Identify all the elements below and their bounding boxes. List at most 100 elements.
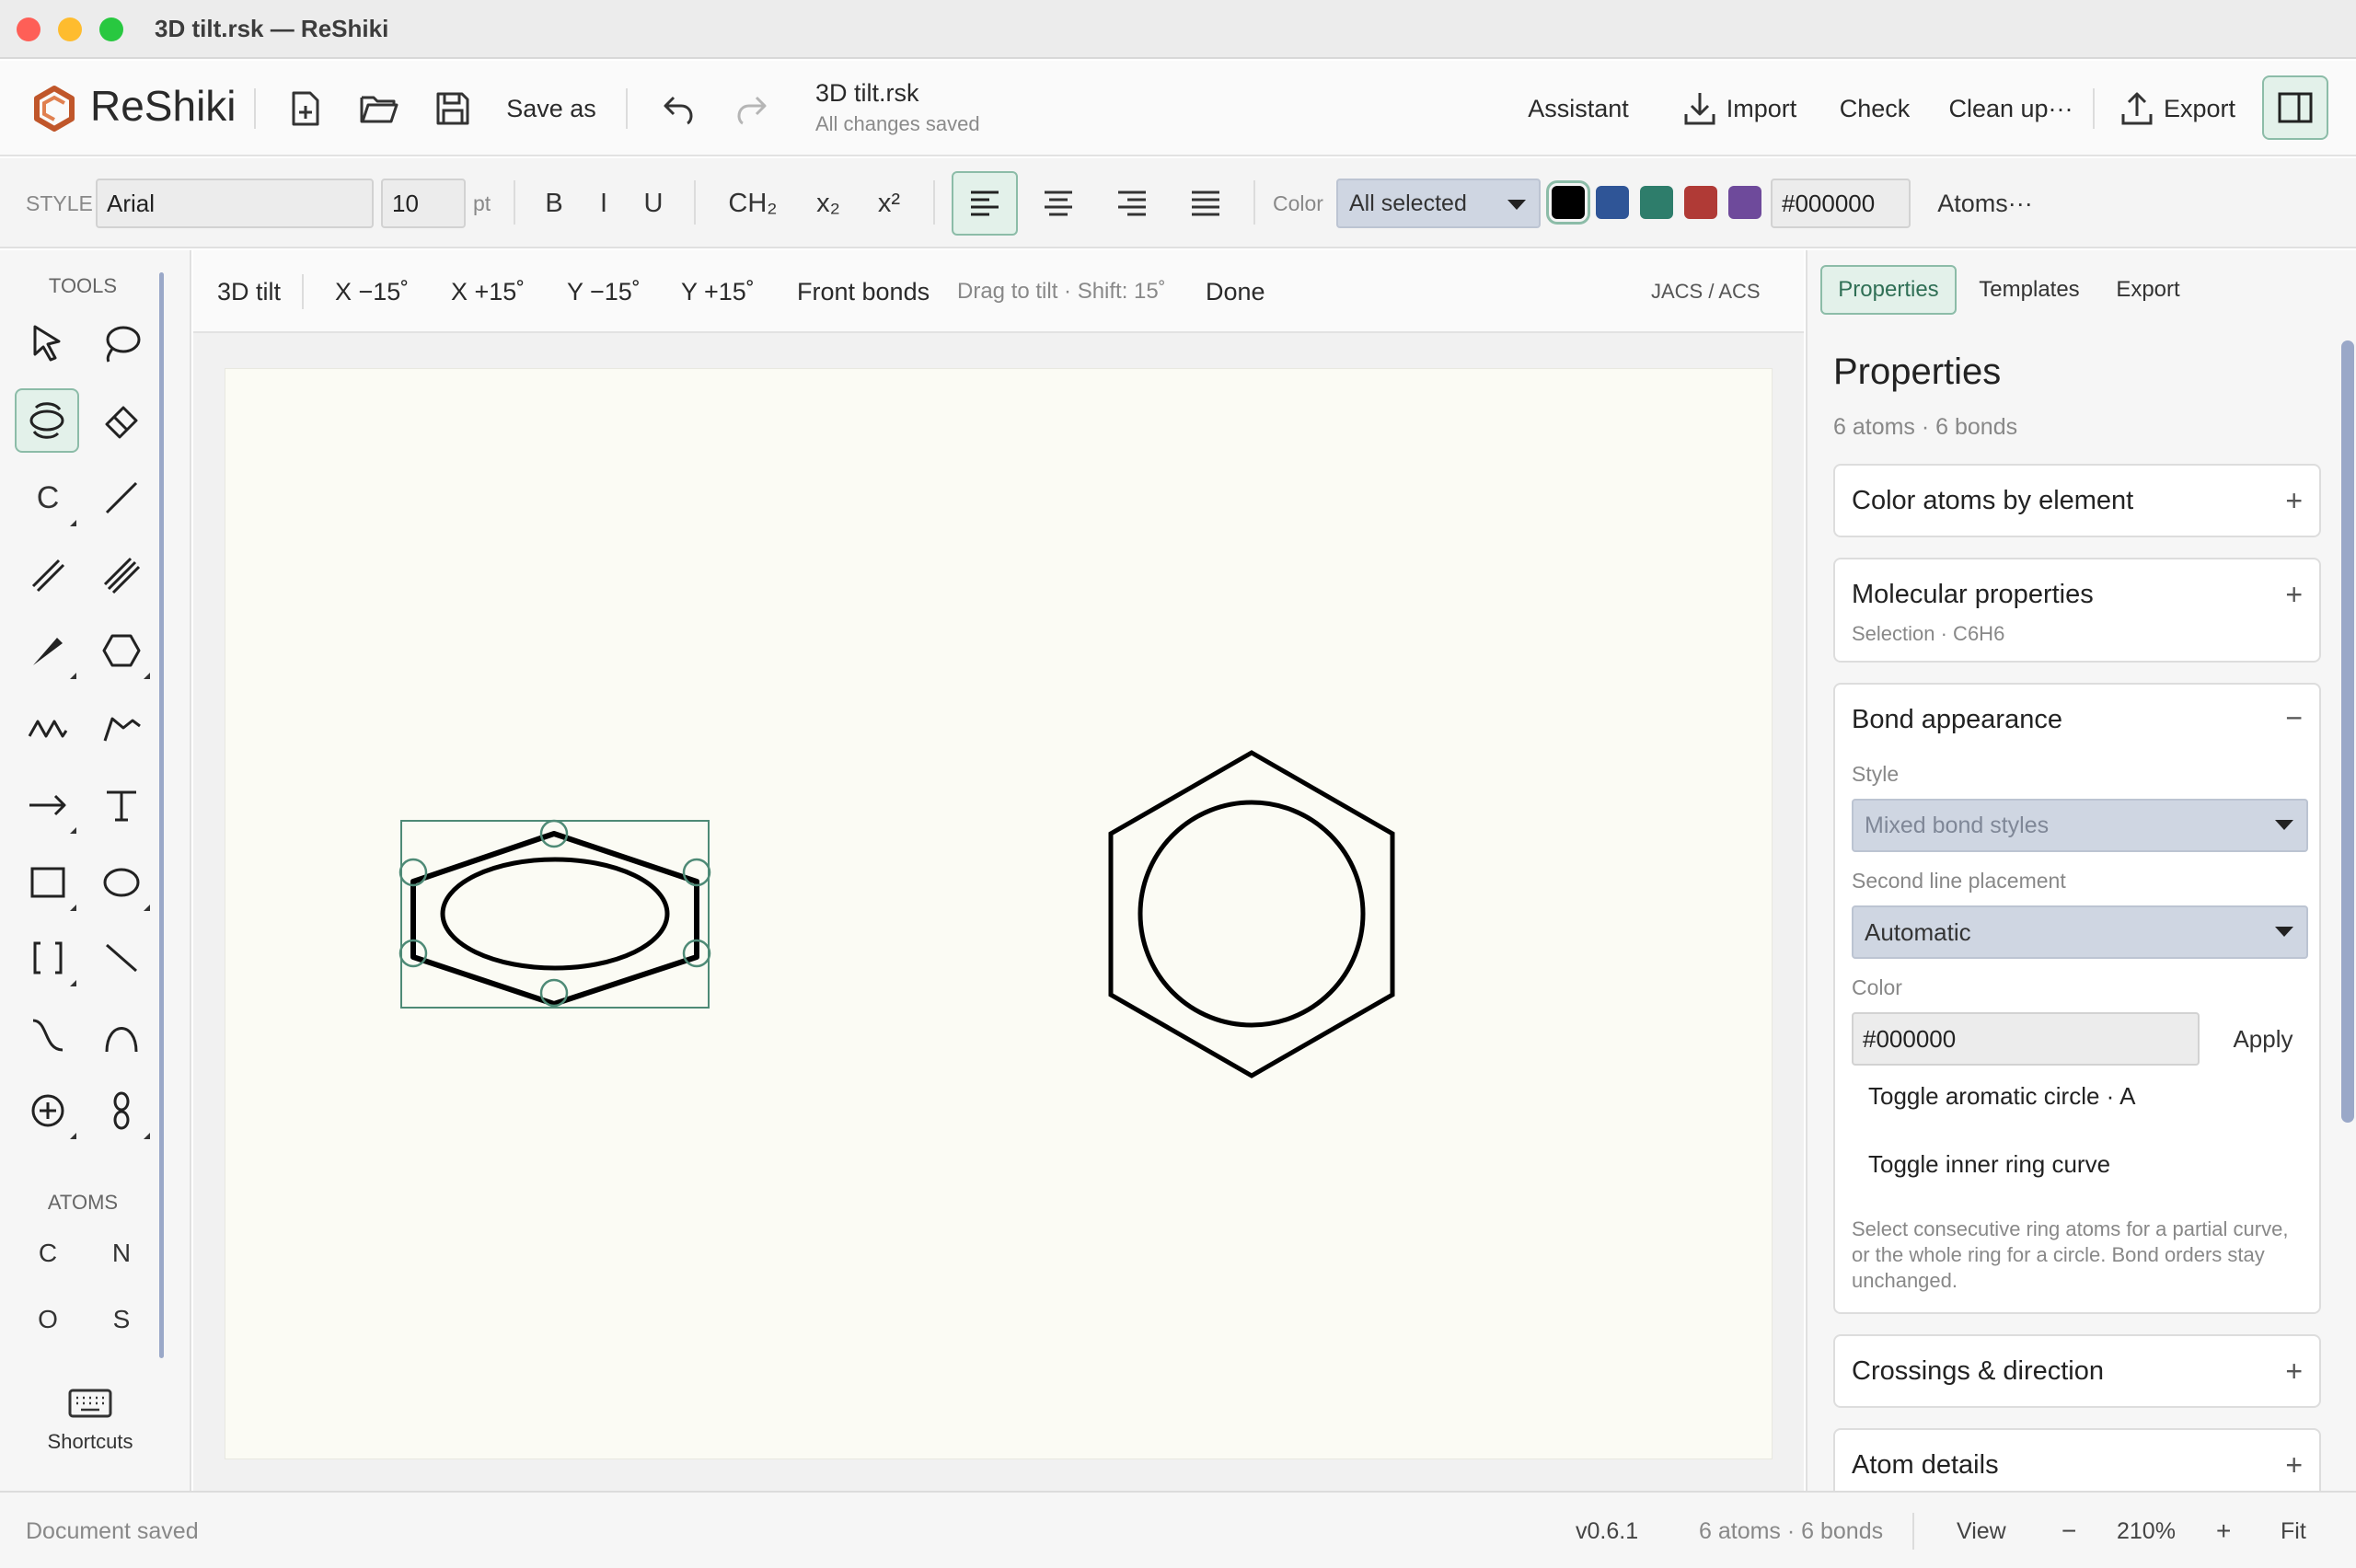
- charge-tool[interactable]: [16, 1078, 80, 1143]
- subscript-button[interactable]: x₂: [803, 177, 854, 230]
- atom-nitrogen-button[interactable]: N: [89, 1226, 154, 1281]
- ellipse-tool[interactable]: [89, 850, 154, 915]
- superscript-button[interactable]: x²: [863, 177, 915, 230]
- new-document-button[interactable]: [282, 83, 328, 134]
- panel-scrollbar[interactable]: [2341, 340, 2354, 1123]
- wedge-bond-tool[interactable]: [16, 618, 80, 683]
- swatch-teal[interactable]: [1640, 186, 1673, 219]
- chain-tool[interactable]: [16, 696, 80, 760]
- color-scope-select[interactable]: All selected: [1336, 179, 1541, 228]
- front-bonds-button[interactable]: Front bonds: [797, 250, 930, 333]
- tilted-benzene-molecule[interactable]: [398, 819, 711, 1009]
- font-size-input[interactable]: 10: [381, 179, 466, 228]
- close-window-button[interactable]: [17, 17, 40, 41]
- swatch-purple[interactable]: [1728, 186, 1761, 219]
- zoom-out-button[interactable]: −: [2062, 1493, 2076, 1568]
- undo-button[interactable]: [655, 83, 701, 134]
- tilt-y-plus-button[interactable]: Y +15˚: [681, 250, 755, 333]
- font-family-input[interactable]: Arial: [96, 179, 374, 228]
- zoom-in-button[interactable]: +: [2216, 1493, 2231, 1568]
- tab-templates[interactable]: Templates: [1969, 265, 2089, 315]
- atom-oxygen-button[interactable]: O: [16, 1292, 80, 1347]
- minimize-window-button[interactable]: [58, 17, 82, 41]
- style-preset-label[interactable]: JACS / ACS: [1651, 250, 1761, 333]
- tilt-done-button[interactable]: Done: [1206, 250, 1265, 333]
- toggle-inner-ring-curve-button[interactable]: Toggle inner ring curve: [1868, 1150, 2110, 1179]
- align-right-button[interactable]: [1103, 177, 1161, 230]
- eraser-tool[interactable]: [89, 388, 154, 453]
- 3d-tilt-tool[interactable]: [15, 388, 79, 453]
- toggle-aromatic-circle-button[interactable]: Toggle aromatic circle · A: [1868, 1082, 2135, 1111]
- atom-sulfur-button[interactable]: S: [89, 1292, 154, 1347]
- atoms-menu-button[interactable]: Atoms···: [1925, 177, 2045, 230]
- carbon-chain-tool[interactable]: C: [16, 466, 80, 530]
- lasso-tool[interactable]: [89, 311, 154, 375]
- atom-details-section[interactable]: Atom details +: [1833, 1428, 2321, 1491]
- view-menu-button[interactable]: View: [1957, 1493, 2006, 1568]
- orbital-tool[interactable]: [89, 1078, 154, 1143]
- collapse-icon[interactable]: −: [2285, 701, 2303, 735]
- text-tool[interactable]: [89, 773, 154, 837]
- fit-button[interactable]: Fit: [2281, 1493, 2306, 1568]
- single-bond-tool[interactable]: [89, 466, 154, 530]
- save-as-button[interactable]: Save as: [502, 83, 600, 134]
- atom-carbon-button[interactable]: C: [16, 1226, 80, 1281]
- arc-icon: [105, 1027, 138, 1053]
- swatch-blue[interactable]: [1596, 186, 1629, 219]
- rectangle-tool[interactable]: [16, 850, 80, 915]
- justify-button[interactable]: [1176, 177, 1235, 230]
- export-button[interactable]: Export: [2113, 83, 2242, 134]
- molecular-properties-section[interactable]: Molecular properties + Selection · C6H6: [1833, 558, 2321, 663]
- bracket-tool[interactable]: [16, 926, 80, 990]
- tilt-y-minus-button[interactable]: Y −15˚: [567, 250, 641, 333]
- select-tool[interactable]: [16, 311, 80, 375]
- italic-button[interactable]: I: [583, 177, 624, 230]
- expand-icon[interactable]: +: [2285, 1448, 2303, 1482]
- clean-up-button[interactable]: Clean up···: [1942, 83, 2080, 134]
- swatch-black[interactable]: [1546, 180, 1590, 225]
- ch2-button[interactable]: CH₂: [716, 177, 790, 230]
- expand-icon[interactable]: +: [2285, 484, 2303, 518]
- tilt-x-minus-button[interactable]: X −15˚: [335, 250, 409, 333]
- toggle-side-panel-button[interactable]: [2262, 75, 2328, 140]
- expand-icon[interactable]: +: [2285, 1355, 2303, 1389]
- zoom-window-button[interactable]: [99, 17, 123, 41]
- swatch-red[interactable]: [1684, 186, 1717, 219]
- underline-button[interactable]: U: [633, 177, 674, 230]
- tools-scrollbar[interactable]: [159, 272, 164, 1358]
- crossings-direction-section[interactable]: Crossings & direction +: [1833, 1334, 2321, 1408]
- expand-icon[interactable]: +: [2285, 578, 2303, 612]
- aromatic-circle: [1138, 800, 1366, 1028]
- double-bond-tool[interactable]: [16, 543, 80, 607]
- redo-button[interactable]: [729, 83, 775, 134]
- selection-handles[interactable]: [398, 819, 711, 1008]
- arrow-tool[interactable]: [16, 773, 80, 837]
- bold-button[interactable]: B: [534, 177, 574, 230]
- check-button[interactable]: Check: [1831, 83, 1918, 134]
- import-button[interactable]: Import: [1671, 83, 1807, 134]
- align-left-button[interactable]: [952, 171, 1018, 236]
- drawing-canvas[interactable]: [225, 368, 1773, 1459]
- line-tool[interactable]: [89, 926, 154, 990]
- align-right-icon: [1118, 190, 1146, 216]
- save-button[interactable]: [427, 83, 479, 134]
- tab-export[interactable]: Export: [2102, 265, 2194, 315]
- triple-bond-tool[interactable]: [89, 543, 154, 607]
- hex-color-input[interactable]: #000000: [1771, 179, 1911, 228]
- align-center-button[interactable]: [1029, 177, 1088, 230]
- shortcuts-button[interactable]: Shortcuts: [28, 1388, 153, 1480]
- ring-tool[interactable]: [89, 618, 154, 683]
- second-line-placement-select[interactable]: Automatic: [1852, 905, 2308, 959]
- apply-color-button[interactable]: Apply: [2212, 1012, 2314, 1066]
- color-atoms-section[interactable]: Color atoms by element +: [1833, 464, 2321, 537]
- bond-color-input[interactable]: #000000: [1852, 1012, 2200, 1066]
- open-document-button[interactable]: [353, 83, 405, 134]
- tilt-x-plus-button[interactable]: X +15˚: [451, 250, 525, 333]
- bond-style-select[interactable]: Mixed bond styles: [1852, 799, 2308, 852]
- assistant-button[interactable]: Assistant: [1520, 83, 1636, 134]
- curve-tool[interactable]: [16, 1003, 80, 1067]
- tab-properties[interactable]: Properties: [1820, 265, 1957, 315]
- freehand-chain-tool[interactable]: [89, 696, 154, 760]
- arc-tool[interactable]: [89, 1003, 154, 1067]
- benzene-molecule[interactable]: [1108, 750, 1395, 1078]
